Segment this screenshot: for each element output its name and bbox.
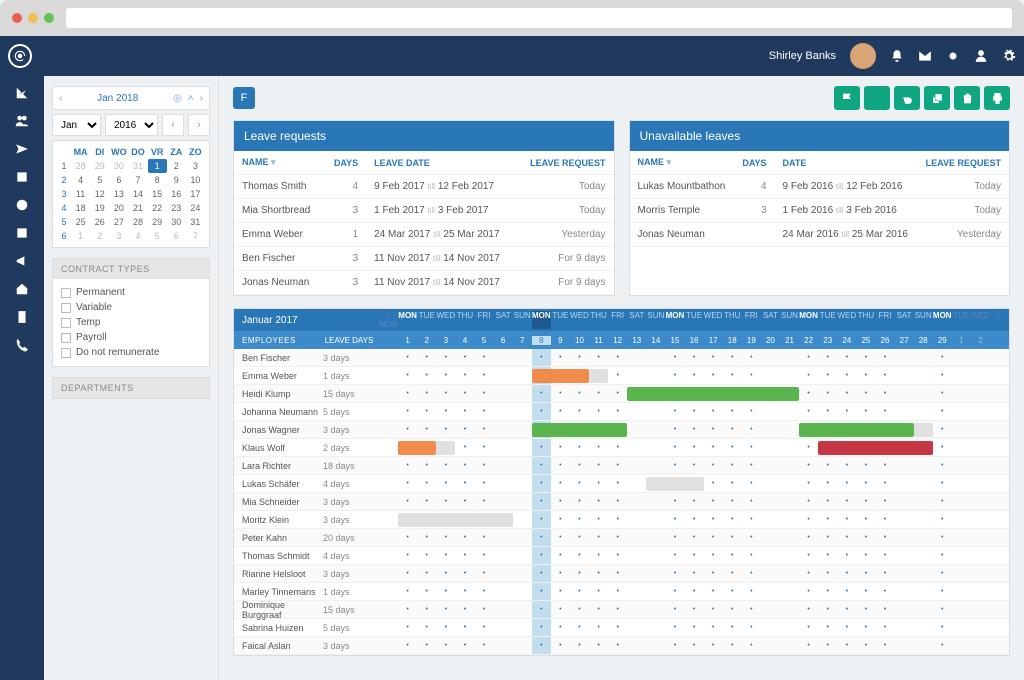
users-icon[interactable] [15,114,29,128]
schedule-row[interactable]: Heidi Klump15 days••••••••••••••••••••• [234,385,1009,403]
contract-type-item[interactable]: Permanent [61,285,201,300]
dot-icon[interactable] [946,49,960,63]
flag-button[interactable] [834,86,860,110]
schedule-row[interactable]: Rianne Helsloot3 days•••••••••••••••••••… [234,565,1009,583]
contract-type-item[interactable]: Payroll [61,330,201,345]
schedule-row[interactable]: Johanna Neumann5 days•••••••••••••••••••… [234,403,1009,421]
table-row[interactable]: Lukas Mountbathon49 Feb 2016 till 12 Feb… [630,175,1010,199]
undo-button[interactable] [894,86,920,110]
mini-calendar[interactable]: MADIWODOVRZAZO12829303112324567891031112… [52,140,210,248]
contract-type-item[interactable]: Temp [61,315,201,330]
avatar[interactable] [850,43,876,69]
departments-header: DEPARTMENTS [53,378,209,398]
user-name[interactable]: Shirley Banks [769,50,836,62]
gear-icon[interactable] [1002,49,1016,63]
calendar-add-icon[interactable] [15,170,29,184]
minimize-window[interactable] [28,13,38,23]
calendar-icon[interactable] [15,226,29,240]
home-icon[interactable] [15,282,29,296]
table-row[interactable]: Jonas Neuman24 Mar 2016 till 25 Mar 2016… [630,223,1010,247]
delete-button[interactable] [954,86,980,110]
clipboard-icon[interactable] [15,310,29,324]
schedule-row[interactable]: Moritz Klein3 days••••••••••••••••••••• [234,511,1009,529]
table-row[interactable]: Thomas Smith49 Feb 2017 till 12 Feb 2017… [234,175,614,199]
cal-next[interactable]: › [200,93,203,104]
filter-button[interactable]: F [233,87,255,109]
schedule-row[interactable]: Faical Aslan3 days••••••••••••••••••••• [234,637,1009,655]
contract-type-item[interactable]: Do not remunerate [61,345,201,360]
megaphone-icon[interactable] [15,254,29,268]
schedule-row[interactable]: Lara Richter18 days••••••••••••••••••••• [234,457,1009,475]
leave-requests-card: Leave requests NAME ▾DAYSLEAVE DATELEAVE… [233,120,615,296]
url-bar[interactable] [66,8,1012,28]
cal-next-small[interactable]: › [188,114,210,136]
calendar-header: ‹ Jan 2018 ◎ ˄ › [52,86,210,110]
browser-chrome [0,0,1024,36]
schedule-row[interactable]: Jonas Wagner3 days••••••••••••••••••••• [234,421,1009,439]
phone-icon[interactable] [15,338,29,352]
table-row[interactable]: Emma Weber124 Mar 2017 till 25 Mar 2017Y… [234,223,614,247]
plane-icon[interactable] [15,142,29,156]
window-controls [12,13,54,23]
schedule-row[interactable]: Lukas Schäfer4 days••••••••••••••••••••• [234,475,1009,493]
schedule-row[interactable]: Dominique Burggraaf15 days••••••••••••••… [234,601,1009,619]
schedule-month: Januar 2017 [234,315,379,326]
contract-types-header: CONTRACT TYPES [53,259,209,279]
departments-panel: DEPARTMENTS [52,377,210,399]
mail-icon[interactable] [918,49,932,63]
unavailable-leaves-title: Unavailable leaves [630,121,1010,151]
cal-title: Jan 2018 [97,93,138,104]
cal-prev-small[interactable]: ‹ [162,114,184,136]
schedule-row[interactable]: Ben Fischer3 days••••••••••••••••••••• [234,349,1009,367]
leave-requests-title: Leave requests [234,121,614,151]
schedule-row[interactable]: Thomas Schmidt4 days••••••••••••••••••••… [234,547,1009,565]
schedule-row[interactable]: Emma Weber1 days••••••••••••••••••••• [234,367,1009,385]
year-select[interactable]: 2016 [105,114,158,136]
nav-rail [0,76,44,680]
schedule-row[interactable]: Sabrina Huizen5 days••••••••••••••••••••… [234,619,1009,637]
schedule-grid: Januar 2017 ‹ MONMONTUEWEDTHUFRISATSUNMO… [233,308,1010,656]
user-icon[interactable] [974,49,988,63]
maximize-window[interactable] [44,13,54,23]
table-row[interactable]: Mia Shortbread31 Feb 2017 till 3 Feb 201… [234,199,614,223]
table-row[interactable]: Ben Fischer311 Nov 2017 till 14 Nov 2017… [234,247,614,271]
employees-header: EMPLOYEES [234,336,319,345]
table-row[interactable]: Morris Temple31 Feb 2016 till 3 Feb 2016… [630,199,1010,223]
main-content: F Leave requests NAME ▾DAYSLEAVE DATELEA… [219,76,1024,680]
chart-icon[interactable] [15,86,29,100]
unavailable-leaves-card: Unavailable leaves NAME ▾DAYSDATELEAVE R… [629,120,1011,296]
cal-prev[interactable]: ‹ [59,93,62,104]
sidebar: ‹ Jan 2018 ◎ ˄ › Jan 2016 ‹ › MADIWODOVRZA… [44,76,219,680]
contract-type-item[interactable]: Variable [61,300,201,315]
table-row[interactable]: Jonas Neuman311 Nov 2017 till 14 Nov 201… [234,271,614,295]
copy-button[interactable] [924,86,950,110]
toolbar-buttons [834,86,1010,110]
brand-logo[interactable] [8,44,32,68]
schedule-row[interactable]: Peter Kahn20 days••••••••••••••••••••• [234,529,1009,547]
add-button[interactable] [864,86,890,110]
bell-icon[interactable] [890,49,904,63]
close-window[interactable] [12,13,22,23]
cal-up-icon[interactable]: ˄ [188,93,194,104]
schedule-row[interactable]: Marley Tinnemans1 days••••••••••••••••••… [234,583,1009,601]
print-button[interactable] [984,86,1010,110]
leave-days-header: LEAVE DAYS [319,336,379,345]
schedule-row[interactable]: Klaus Wolf2 days••••••••••••••••••••• [234,439,1009,457]
contract-types-panel: CONTRACT TYPES PermanentVariableTempPayr… [52,258,210,367]
month-select[interactable]: Jan [52,114,101,136]
schedule-row[interactable]: Mia Schneider3 days••••••••••••••••••••• [234,493,1009,511]
cal-target-icon[interactable]: ◎ [173,93,182,104]
clock-icon[interactable] [15,198,29,212]
top-bar: Shirley Banks [0,36,1024,76]
